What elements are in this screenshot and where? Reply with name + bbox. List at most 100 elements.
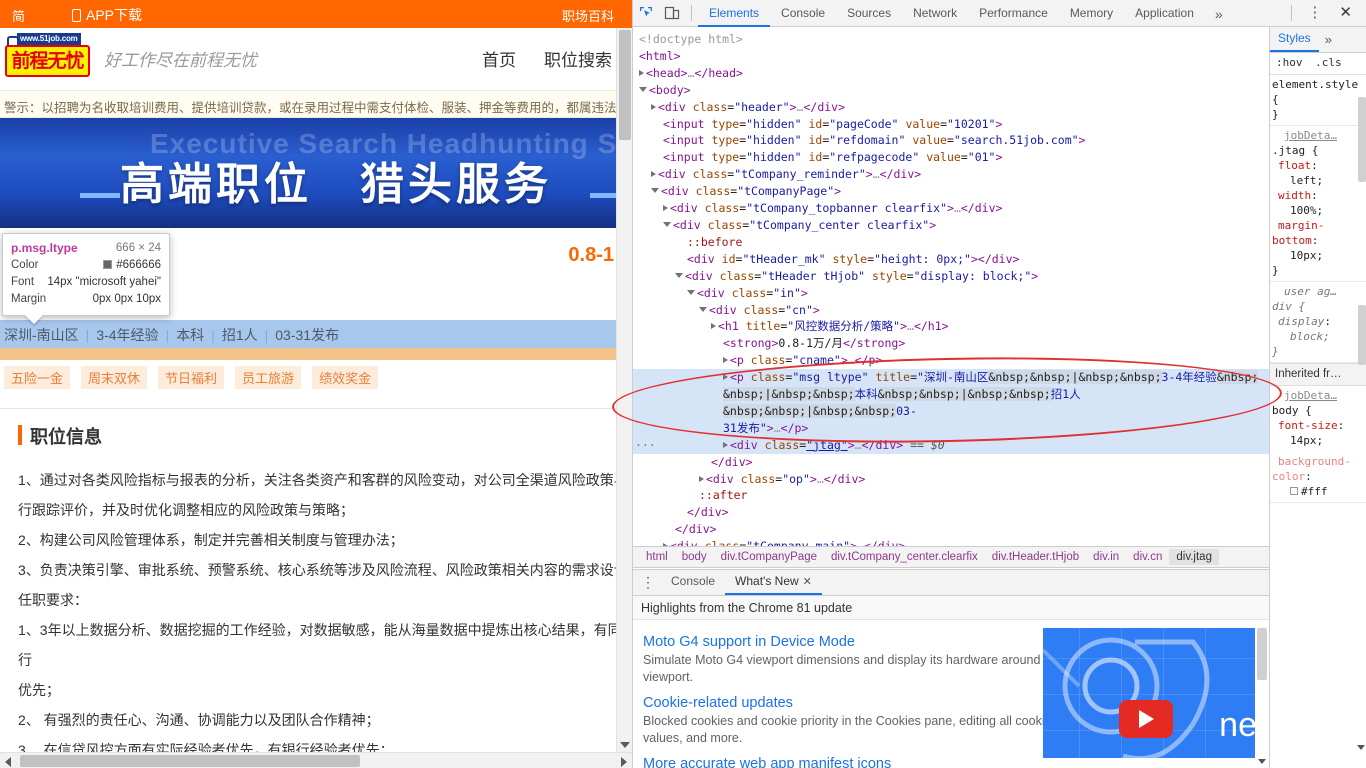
tab-styles[interactable]: Styles	[1270, 27, 1319, 52]
promo-banner[interactable]: Executive Search Headhunting Servi 高端职位 …	[0, 118, 632, 228]
dom-node-line[interactable]: <p class="cname">…</p>	[633, 352, 1269, 369]
drawer-scroll-down-icon[interactable]	[1258, 759, 1266, 764]
style-rule-useragent[interactable]: user ag… div { display: block; }	[1270, 282, 1366, 363]
color-swatch-icon[interactable]	[1290, 487, 1298, 495]
whats-new-video-thumbnail[interactable]: ne	[1043, 628, 1261, 758]
dom-node-line[interactable]: <input type="hidden" id="refpagecode" va…	[633, 149, 1269, 166]
dom-node-line[interactable]: <input type="hidden" id="refdomain" valu…	[633, 132, 1269, 149]
scroll-right-arrow-icon[interactable]	[621, 757, 627, 767]
dom-node-line[interactable]: <!doctype html>	[633, 31, 1269, 48]
whats-new-title-link[interactable]: Moto G4 support in Device Mode	[643, 634, 1093, 650]
css-prop-name[interactable]: display	[1272, 315, 1324, 328]
dom-node-line[interactable]: <body>	[633, 82, 1269, 99]
more-tabs-icon[interactable]: »	[1205, 1, 1233, 27]
css-prop-value[interactable]: 10px;	[1272, 248, 1363, 263]
dom-node-line[interactable]: <div id="tHeader_mk" style="height: 0px;…	[633, 251, 1269, 268]
dom-node-selected-jtag[interactable]: ··· <div class="jtag">…</div> == $0	[633, 436, 1269, 454]
page-vertical-scroll-thumb[interactable]	[619, 30, 631, 140]
breadcrumb[interactable]: html body div.tCompanyPage div.tCompany_cen…	[633, 546, 1269, 568]
tab-network[interactable]: Network	[902, 0, 968, 27]
styles-scroll-thumb[interactable]	[1358, 97, 1366, 182]
page-horizontal-scrollbar[interactable]	[0, 752, 632, 768]
dom-node-line[interactable]: <head>…</head>	[633, 65, 1269, 82]
style-rule-element[interactable]: element.style { }	[1270, 75, 1366, 126]
css-prop-name[interactable]: font-size	[1272, 419, 1338, 432]
drawer-tab-whats-new[interactable]: What's New ✕	[725, 570, 822, 595]
dom-node-line[interactable]: <div class="tCompanyPage">	[633, 183, 1269, 200]
dom-node-line[interactable]: <div class="header">…</div>	[633, 99, 1269, 116]
styles-more-icon[interactable]: »	[1319, 28, 1338, 52]
app-download-link[interactable]: APP下载	[72, 5, 142, 25]
breadcrumb-item[interactable]: div.tCompany_center.clearfix	[824, 549, 985, 565]
whats-new-title-link[interactable]: Cookie-related updates	[643, 695, 1093, 711]
tab-performance[interactable]: Performance	[968, 0, 1059, 27]
dom-node-line[interactable]: <div class="tCompany_center clearfix">	[633, 217, 1269, 234]
css-prop-value[interactable]: 14px;	[1272, 433, 1363, 448]
css-prop-name[interactable]: background-color	[1272, 455, 1351, 483]
css-prop-name[interactable]: width	[1272, 189, 1311, 202]
drawer-scroll-thumb[interactable]	[1257, 628, 1267, 680]
styles-scroll-down-icon[interactable]	[1357, 745, 1365, 750]
dom-node-line[interactable]: ::after	[633, 487, 1269, 504]
tab-sources[interactable]: Sources	[836, 0, 902, 27]
dom-node-line[interactable]: <strong>0.8-1万/月</strong>	[633, 335, 1269, 352]
language-toggle[interactable]: 简	[12, 6, 25, 25]
whats-new-title-link[interactable]: More accurate web app manifest icons	[643, 756, 1093, 768]
breadcrumb-item[interactable]: body	[675, 549, 714, 565]
settings-kebab-icon[interactable]: ⋮	[1298, 3, 1331, 23]
tab-elements[interactable]: Elements	[698, 0, 771, 27]
dom-node-line[interactable]: <div class="tCompany_reminder">…</div>	[633, 166, 1269, 183]
dom-node-line[interactable]: ::before	[633, 234, 1269, 251]
inspect-cursor-icon[interactable]	[633, 0, 659, 26]
style-rule-jtag[interactable]: jobDeta… .jtag { float: left; width: 100%;…	[1270, 126, 1366, 282]
tab-memory[interactable]: Memory	[1059, 0, 1124, 27]
css-prop-name[interactable]: margin-bottom	[1272, 219, 1324, 247]
breadcrumb-item[interactable]: div.tCompanyPage	[714, 549, 824, 565]
scroll-left-arrow-icon[interactable]	[5, 757, 11, 767]
css-prop-value[interactable]: block;	[1272, 329, 1363, 344]
drawer-tab-close-icon[interactable]: ✕	[799, 576, 812, 588]
tab-console[interactable]: Console	[770, 0, 836, 27]
nav-job-search-link[interactable]: 职位搜索	[544, 46, 612, 71]
css-prop-name[interactable]: float	[1272, 159, 1311, 172]
styles-scrollbar[interactable]	[1357, 75, 1366, 754]
dom-node-line[interactable]: <div class="tCompany_topbanner clearfix"…	[633, 200, 1269, 217]
site-logo[interactable]: www.51job.com 前程无忧	[5, 33, 90, 83]
rule-source-link[interactable]: jobDeta…	[1272, 128, 1363, 143]
cls-toggle[interactable]: .cls	[1309, 56, 1342, 69]
drawer-scrollbar[interactable]	[1255, 620, 1269, 768]
breadcrumb-item[interactable]: div.jtag	[1169, 549, 1219, 565]
breadcrumb-item[interactable]: div.in	[1086, 549, 1126, 565]
dom-node-line[interactable]: <div class="op">…</div>	[633, 471, 1269, 488]
close-icon[interactable]: ✕	[1331, 3, 1360, 23]
dom-node-line[interactable]: <div class="in">	[633, 285, 1269, 302]
rule-source-link[interactable]: jobDeta…	[1272, 388, 1363, 403]
css-prop-value[interactable]: #fff	[1272, 484, 1363, 499]
dom-tree-view[interactable]: <!doctype html> <html> <head>…</head> <body…	[633, 27, 1269, 546]
youtube-play-icon[interactable]	[1119, 700, 1173, 738]
scroll-down-arrow-icon[interactable]	[620, 742, 630, 748]
style-rule-body-inherited[interactable]: jobDeta… body { font-size: 14px; backgrou…	[1270, 386, 1366, 503]
page-horizontal-scroll-thumb[interactable]	[20, 755, 360, 767]
css-prop-value[interactable]: left;	[1272, 173, 1363, 188]
workplace-wiki-link[interactable]: 职场百科	[562, 6, 614, 25]
dom-node-line[interactable]: <div class="cn">	[633, 302, 1269, 319]
tab-application[interactable]: Application	[1124, 0, 1205, 27]
css-prop-value[interactable]: 100%;	[1272, 203, 1363, 218]
dom-node-line[interactable]: <input type="hidden" id="pageCode" value…	[633, 116, 1269, 133]
dom-node-line[interactable]: </div>	[633, 504, 1269, 521]
breadcrumb-item[interactable]: div.tHeader.tHjob	[985, 549, 1086, 565]
dom-node-line[interactable]: <div class="tCompany_main">…</div>	[633, 538, 1269, 546]
dom-node-selected-msg-ltype[interactable]: <p class="msg ltype" title="深圳-南山区&nbsp;…	[633, 369, 1269, 437]
styles-scroll-thumb-lower[interactable]	[1358, 305, 1366, 365]
dom-node-line[interactable]: </div>	[633, 454, 1269, 471]
dom-node-line[interactable]: </div>	[633, 521, 1269, 538]
device-toggle-icon[interactable]	[659, 0, 685, 26]
drawer-tab-console[interactable]: Console	[661, 570, 725, 595]
nav-home-link[interactable]: 首页	[482, 46, 516, 71]
drawer-kebab-icon[interactable]: ⋮	[633, 571, 661, 595]
breadcrumb-item[interactable]: div.cn	[1126, 549, 1169, 565]
dom-node-line[interactable]: <h1 title="风控数据分析/策略">…</h1>	[633, 318, 1269, 335]
breadcrumb-item[interactable]: html	[639, 549, 675, 565]
dom-node-line[interactable]: <div class="tHeader tHjob" style="displa…	[633, 268, 1269, 285]
